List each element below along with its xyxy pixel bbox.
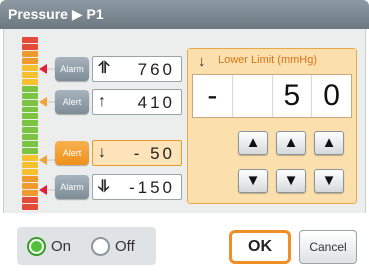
scale-segment [22,203,38,210]
ok-button[interactable]: OK [229,230,291,264]
scale-segment [22,37,38,43]
scale-segment [22,120,38,127]
limit-value: 760 [137,60,175,79]
lower-limit-icon: ↓ [98,144,106,161]
limit-row-lower-alert[interactable]: Alert ↓ - 50 [55,140,182,166]
scale-segment [22,85,38,92]
upper-upper-limit-icon: ⥣ [98,60,110,77]
scale-segment [22,183,38,189]
panel-header: ↓ Lower Limit (mmHg) [188,49,356,71]
limit-value: -150 [128,178,175,197]
scale-segment [22,189,38,196]
alert-low-marker [39,155,47,165]
alarm-button[interactable]: Alarm [55,57,89,81]
window-title: Pressure ▶ P1 [0,0,369,29]
hundreds-down-button[interactable]: ▼ [238,169,268,193]
off-radio[interactable] [91,237,110,256]
scale-segment [22,196,38,203]
lower-lower-limit-icon: ⥥ [98,178,110,195]
limit-value: 410 [137,93,175,112]
alarm-low-marker [39,185,47,195]
scale-segment [22,99,38,106]
alert-high-marker [39,97,47,107]
scale-segment [22,78,38,85]
scale-segment [22,141,38,148]
scale-segment [22,43,38,50]
digit-ones: 0 [323,79,340,112]
lower-limit-icon: ↓ [198,53,206,70]
alarm-button[interactable]: Alarm [55,175,89,199]
limit-row-lower-alarm[interactable]: Alarm ⥥ -150 [55,174,182,200]
digit-sign: - [193,75,233,117]
ones-down-button[interactable]: ▼ [314,169,344,193]
ones-up-button[interactable]: ▲ [314,131,344,155]
alert-button[interactable]: Alert [55,141,89,165]
limit-row-upper-alarm[interactable]: Alarm ⥣ 760 [55,56,182,82]
scale-segment [22,50,38,57]
tens-down-button[interactable]: ▼ [276,169,306,193]
hundreds-up-button[interactable]: ▲ [238,131,268,155]
on-label[interactable]: On [51,238,71,255]
cancel-button[interactable]: Cancel [299,230,357,264]
lower-alarm-value[interactable]: ⥥ -150 [92,174,182,200]
alarm-high-marker [39,64,47,74]
scale-segment [22,176,38,183]
scale-segment [22,134,38,141]
alert-button[interactable]: Alert [55,90,89,114]
limit-value: - 50 [133,144,175,163]
scale-segment [22,113,38,120]
upper-alarm-value[interactable]: ⥣ 760 [92,56,182,82]
digit-tens: 5 [273,75,313,117]
scale-segment [22,71,38,78]
scale-segment [22,155,38,162]
tens-up-button[interactable]: ▲ [276,131,306,155]
upper-alert-value[interactable]: ↑ 410 [92,89,182,115]
pressure-limit-dialog: Pressure ▶ P1 Alarm ⥣ 760 Alert ↑ 410 Al… [0,0,369,273]
bottom-bar: On Off OK Cancel [0,213,369,273]
limit-row-upper-alert[interactable]: Alert ↑ 410 [55,89,182,115]
on-radio[interactable] [27,237,46,256]
scale-segment [22,127,38,134]
scale-segment [22,64,38,71]
pressure-scale-bar [22,37,38,210]
scale-segment [22,169,38,176]
upper-limit-icon: ↑ [98,93,106,110]
digit-display: - 5 0 [192,74,352,118]
scale-segment [22,57,38,64]
off-label[interactable]: Off [115,238,135,255]
digit-hundreds [233,75,273,117]
panel-title: Lower Limit (mmHg) [218,54,318,66]
scale-segment [22,106,38,113]
lower-limit-editor: ↓ Lower Limit (mmHg) - 5 0 ▲ ▲ ▲ ▼ ▼ ▼ [187,48,357,204]
scale-segment [22,92,38,99]
scale-segment [22,162,38,169]
on-off-toggle: On Off [17,227,156,265]
scale-segment [22,148,38,155]
lower-alert-value[interactable]: ↓ - 50 [92,140,182,166]
